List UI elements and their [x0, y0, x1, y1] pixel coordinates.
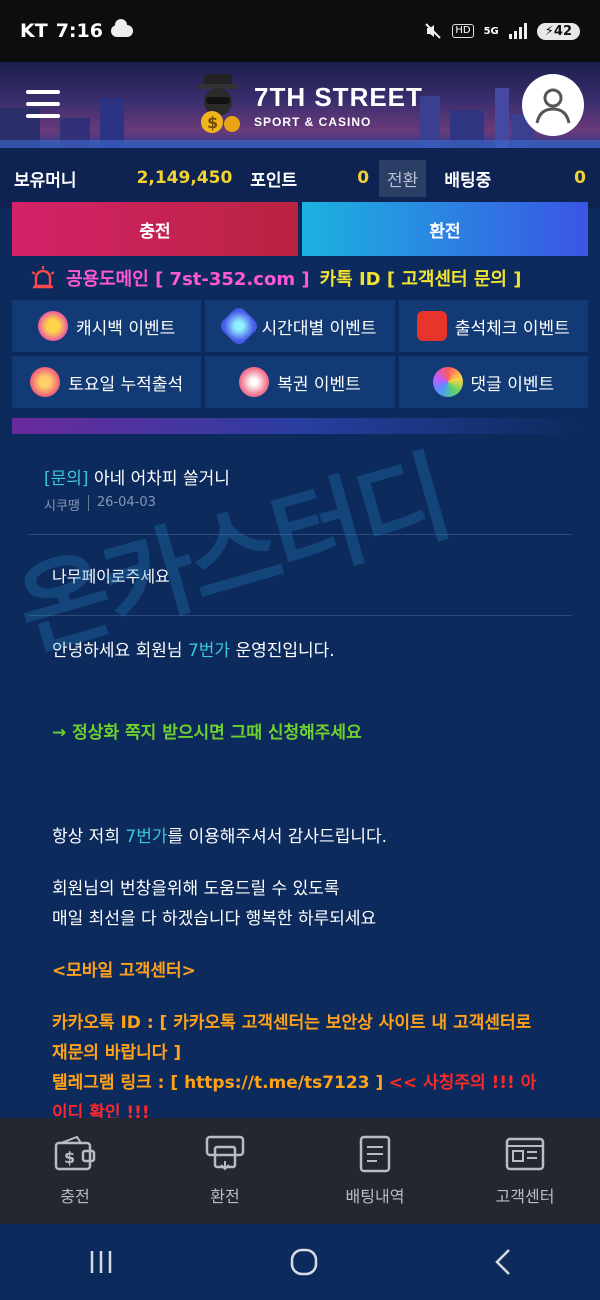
system-nav-bar	[0, 1224, 600, 1300]
betting-label: 배팅중	[444, 170, 492, 191]
telegram-link[interactable]: 텔레그램 링크 : [ https://t.me/ts7123 ]	[52, 1073, 383, 1093]
mobile-center-heading: <모바일 고객센터>	[52, 961, 196, 981]
answer-greeting: 안녕하세요 회원님 7번가 운영진입니다.	[52, 641, 335, 661]
kakao-id-text[interactable]: 카톡 ID [ 고객센터 문의 ]	[320, 265, 522, 291]
hd-icon: HD	[452, 24, 474, 38]
money-label: 보유머니	[14, 170, 77, 191]
cashback-icon	[38, 311, 69, 341]
nav-customer-center[interactable]: 고객센터	[450, 1118, 600, 1224]
time-icon	[217, 304, 260, 348]
mascot-logo-icon: $	[198, 74, 240, 133]
brand-tagline: SPORT & CASINO	[254, 114, 372, 129]
nav-exchange[interactable]: 환전	[150, 1118, 300, 1224]
home-icon[interactable]	[289, 1247, 319, 1277]
atm-icon	[205, 1135, 245, 1171]
svg-text:$: $	[207, 113, 218, 132]
menu-button[interactable]	[26, 90, 60, 118]
network-label: 5G	[483, 25, 499, 37]
answer-wish-line1: 회원님의 번창을위해 도움드릴 수 있도록	[52, 879, 340, 899]
clock: 7:16	[55, 20, 103, 42]
site-header: $ 7TH STREET SPORT & CASINO	[0, 62, 600, 148]
svg-text:$: $	[64, 1148, 75, 1167]
brand-name: 7TH STREET	[254, 81, 423, 112]
nav-betting-history[interactable]: 배팅내역	[300, 1118, 450, 1224]
divider-glow	[12, 418, 588, 434]
news-icon	[505, 1137, 545, 1171]
comment-icon	[432, 367, 463, 397]
brand-logo[interactable]: $ 7TH STREET SPORT & CASINO	[190, 72, 423, 138]
event-cashback[interactable]: 캐시백 이벤트	[12, 300, 202, 352]
event-time[interactable]: 시간대별 이벤트	[205, 300, 395, 352]
exchange-button[interactable]: 환전	[302, 202, 588, 256]
bottom-nav: $ 충전 환전 배팅내역 고객센터	[0, 1118, 600, 1224]
inquiry-title: [문의] 아네 어차피 쓸거니	[44, 469, 230, 489]
lottery-icon	[239, 367, 270, 397]
cloud-icon	[110, 19, 133, 37]
signal-icon	[508, 23, 527, 39]
money-value: 2,149,450	[136, 168, 233, 188]
charge-button[interactable]: 충전	[12, 202, 298, 256]
profile-button[interactable]	[522, 74, 584, 136]
inquiry-date: 26-04-03	[96, 495, 156, 510]
mute-icon	[425, 23, 442, 39]
betting-value: 0	[574, 168, 586, 188]
domain-notice: 공용도메인 [ 7st-352.com ] 카톡 ID [ 고객센터 문의 ]	[0, 256, 600, 300]
inquiry-answer: 안녕하세요 회원님 7번가 운영진입니다. → 정상화 쪽지 받으시면 그때 신…	[28, 616, 572, 1128]
inquiry-meta: 시쿠땡 26-04-03	[44, 495, 572, 514]
siren-icon	[31, 266, 55, 289]
back-icon[interactable]	[492, 1248, 514, 1276]
point-value: 0	[357, 168, 370, 188]
inquiry-question: 나무페이로주세요	[28, 535, 572, 616]
recent-apps-icon[interactable]	[86, 1249, 116, 1275]
user-icon	[535, 88, 571, 124]
point-label: 포인트	[250, 170, 298, 191]
event-lottery[interactable]: 복권 이벤트	[205, 356, 395, 408]
status-bar: KT 7:16 HD 5G ⚡42	[0, 0, 600, 62]
inquiry-detail: 온카스터디 [문의] 아네 어차피 쓸거니 시쿠땡 26-04-03 나무페이로…	[0, 434, 600, 1128]
domain-text[interactable]: 공용도메인 [ 7st-352.com ]	[66, 265, 310, 291]
answer-thanks: 항상 저희 7번가를 이용해주셔서 감사드립니다.	[52, 827, 388, 847]
inquiry-author: 시쿠땡	[44, 499, 80, 514]
nav-charge[interactable]: $ 충전	[0, 1118, 150, 1224]
saturday-icon	[30, 367, 61, 397]
point-switch-button[interactable]: 전환	[379, 159, 427, 197]
battery-icon: ⚡42	[536, 22, 580, 40]
event-grid: 캐시백 이벤트 시간대별 이벤트 출석체크 이벤트 토요일 누적출석 복권 이벤…	[0, 300, 600, 408]
wallet-icon: $	[54, 1135, 96, 1171]
kakao-info: 카카오톡 ID : [ 카카오톡 고객센터는 보안상 사이트 내 고객센터로 재…	[52, 1013, 532, 1063]
answer-instruction: → 정상화 쪽지 받으시면 그때 신청해주세요	[52, 723, 362, 743]
list-icon	[359, 1135, 391, 1173]
answer-wish-line2: 매일 최선을 다 하겠습니다 행복한 하루되세요	[52, 909, 377, 929]
dice-icon	[416, 311, 447, 341]
carrier: KT	[20, 20, 48, 42]
event-comment[interactable]: 댓글 이벤트	[398, 356, 588, 408]
event-attendance[interactable]: 출석체크 이벤트	[398, 300, 588, 352]
balance-bar: 보유머니 2,149,450 포인트 0 전환 배팅중 0	[0, 148, 600, 208]
event-saturday[interactable]: 토요일 누적출석	[12, 356, 202, 408]
wallet-actions: 충전 환전	[0, 202, 600, 256]
